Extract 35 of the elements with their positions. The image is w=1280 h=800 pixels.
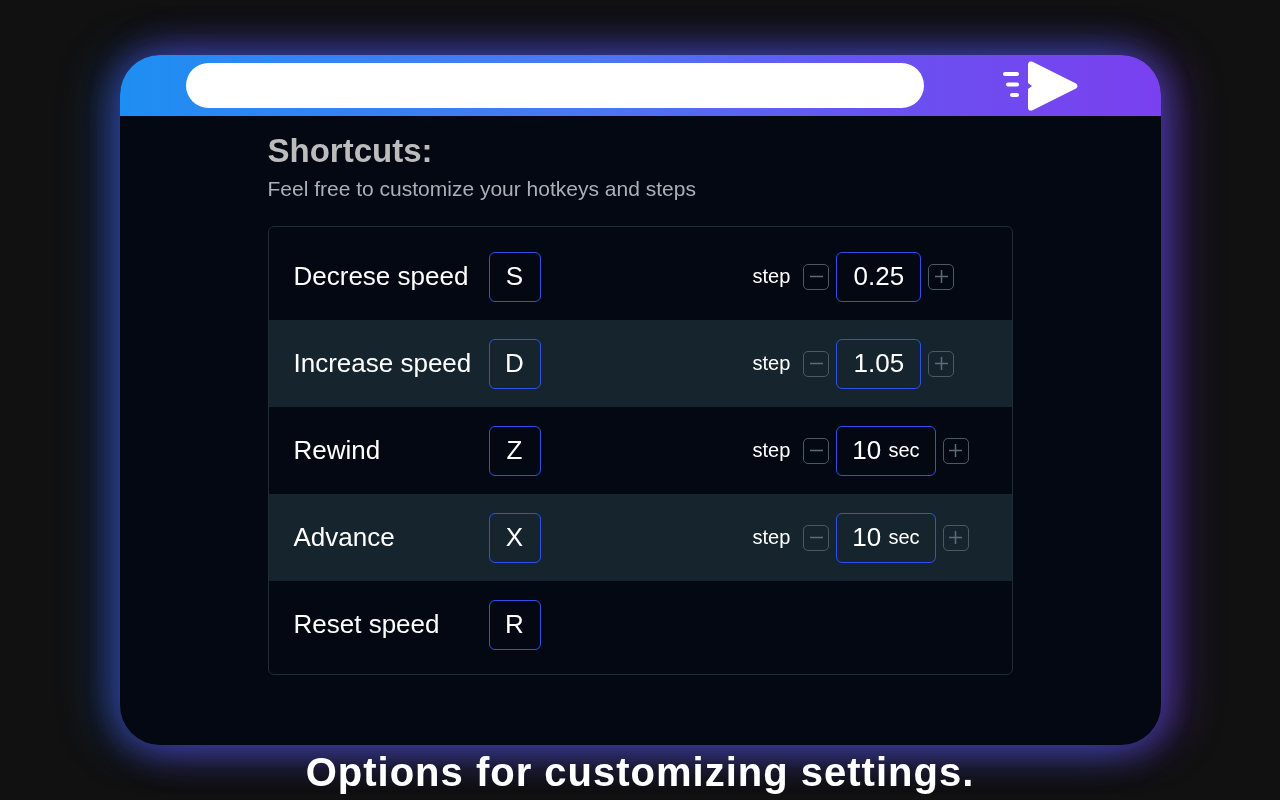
hotkey-field[interactable]: S — [488, 251, 541, 302]
step-label: step — [752, 352, 791, 375]
step-increase-button[interactable] — [942, 437, 969, 464]
step-field[interactable]: 10 sec — [836, 425, 936, 476]
step-decrease-button[interactable] — [803, 263, 830, 290]
plus-icon — [934, 270, 948, 283]
section-subtitle: Feel free to customize your hotkeys and steps — [267, 177, 696, 201]
caption-text: Options for customizing settings. — [305, 750, 975, 795]
plus-icon — [934, 357, 948, 370]
hotkey-field[interactable]: Z — [488, 425, 541, 476]
step-increase-button[interactable] — [928, 350, 955, 377]
hotkey-field[interactable]: X — [488, 512, 541, 563]
step-increase-button[interactable] — [928, 263, 955, 290]
shortcut-label: Decrese speed — [293, 261, 470, 292]
play-logo-icon — [1000, 60, 1079, 111]
hotkey-field[interactable]: R — [488, 599, 541, 650]
step-decrease-button[interactable] — [803, 350, 830, 377]
hotkey-field[interactable]: D — [488, 338, 541, 389]
shortcut-label: Reset speed — [293, 609, 441, 640]
step-field[interactable]: 10 sec — [836, 512, 936, 563]
step-label: step — [752, 526, 791, 549]
section-heading: Shortcuts: — [267, 133, 433, 169]
step-field[interactable]: 1.05 — [836, 338, 922, 389]
plus-icon — [949, 444, 963, 457]
step-decrease-button[interactable] — [803, 524, 830, 551]
plus-icon — [949, 531, 963, 544]
shortcut-label: Rewind — [293, 435, 382, 466]
step-label: step — [752, 439, 791, 462]
step-decrease-button[interactable] — [803, 437, 830, 464]
search-field[interactable] — [185, 63, 924, 108]
step-label: step — [752, 265, 791, 288]
shortcut-label: Increase speed — [293, 348, 473, 379]
step-increase-button[interactable] — [942, 524, 969, 551]
shortcut-label: Advance — [293, 522, 396, 553]
step-field[interactable]: 0.25 — [836, 251, 922, 302]
